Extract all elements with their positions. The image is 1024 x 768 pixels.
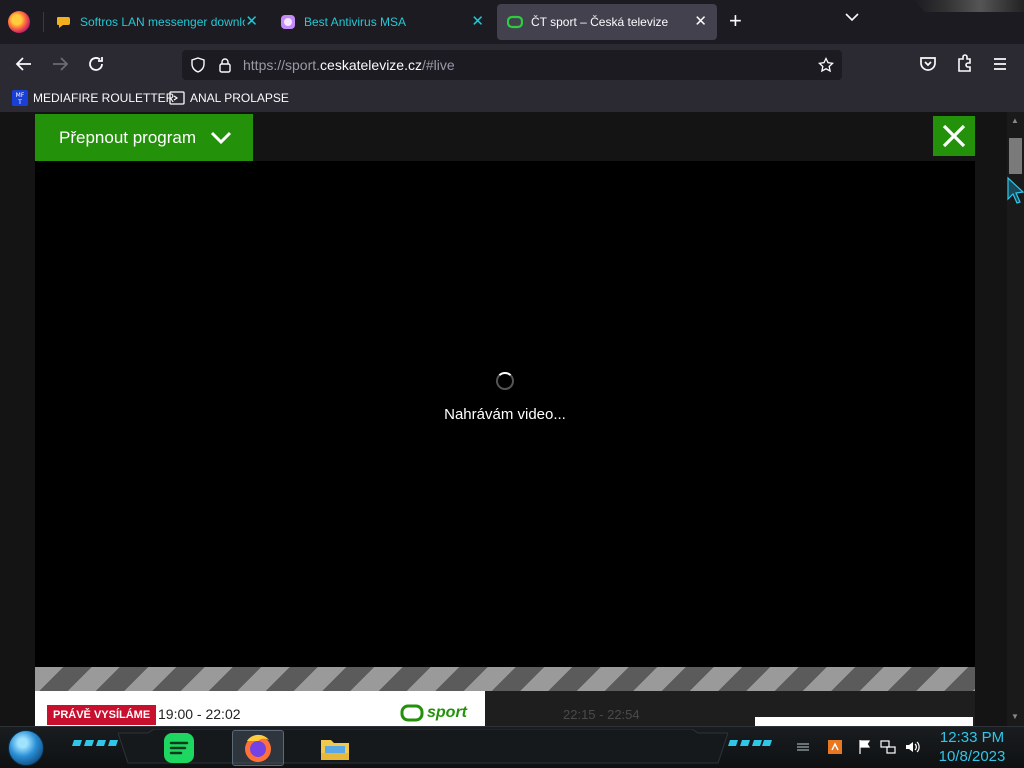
tab-title: Best Antivirus MSA xyxy=(304,15,407,29)
ct-sport-icon xyxy=(507,15,523,29)
url-scheme: https://sport. xyxy=(243,57,321,73)
loading-spinner-icon xyxy=(496,372,514,390)
scroll-down-icon[interactable]: ▼ xyxy=(1011,712,1019,721)
action-center-flag-icon[interactable] xyxy=(857,739,873,755)
switch-program-button[interactable]: Přepnout program xyxy=(35,114,253,161)
close-icon xyxy=(942,124,966,148)
forward-icon[interactable] xyxy=(48,52,72,76)
close-tab-icon[interactable]: ✕ xyxy=(471,14,484,30)
url-text[interactable]: https://sport.ceskatelevize.cz/#live xyxy=(243,57,455,73)
menu-icon[interactable] xyxy=(988,52,1012,76)
mediafire-icon: MF T xyxy=(12,90,28,106)
list-all-tabs-icon[interactable] xyxy=(845,12,859,22)
tab-strip: Softros LAN messenger downlo ✕ Best Anti… xyxy=(0,0,1024,44)
taskbar: 12:33 PM 10/8/2023 xyxy=(0,726,1024,768)
chevron-down-icon xyxy=(210,131,232,144)
navigation-toolbar: https://sport.ceskatelevize.cz/#live xyxy=(0,44,1024,84)
now-playing-time: 19:00 - 22:02 xyxy=(158,706,241,722)
antivirus-icon xyxy=(281,15,295,29)
clock-date: 10/8/2023 xyxy=(938,748,1006,765)
progress-stripe-bar xyxy=(35,667,975,691)
system-clock[interactable]: 12:33 PM 10/8/2023 xyxy=(935,728,1009,766)
tab-ct-sport[interactable]: ČT sport – Česká televize ✕ xyxy=(497,4,717,40)
close-tab-icon[interactable]: ✕ xyxy=(245,14,258,30)
address-bar[interactable]: https://sport.ceskatelevize.cz/#live xyxy=(182,50,842,80)
bookmark-label: MEDIAFIRE ROULETTER xyxy=(33,91,175,105)
start-button[interactable] xyxy=(8,730,44,766)
clock-time: 12:33 PM xyxy=(939,729,1005,746)
tab-title: ČT sport – Česká televize xyxy=(531,15,669,29)
next-program-bar[interactable]: 22:15 - 22:54 xyxy=(485,691,975,726)
file-explorer-icon[interactable] xyxy=(318,731,352,765)
next-program-panel xyxy=(755,717,973,726)
live-badge: PRÁVĚ VYSÍLÁME xyxy=(47,705,157,725)
reload-icon[interactable] xyxy=(84,52,108,76)
channel-name: sport xyxy=(427,704,467,721)
firefox-icon[interactable] xyxy=(241,731,275,765)
volume-icon[interactable] xyxy=(904,739,920,755)
lock-icon[interactable] xyxy=(217,57,233,73)
bookmark-second[interactable]: ANAL PROLAPSE xyxy=(169,90,289,106)
svg-text:MF: MF xyxy=(16,92,25,99)
switch-program-label: Přepnout program xyxy=(59,127,197,147)
ct-logo-icon xyxy=(400,704,424,722)
pocket-icon[interactable] xyxy=(916,52,940,76)
close-tab-icon[interactable]: ✕ xyxy=(694,14,707,30)
show-hidden-icons-icon[interactable] xyxy=(795,739,811,755)
svg-text:T: T xyxy=(17,99,22,106)
loading-text: Nahrávám video... xyxy=(444,406,566,423)
extensions-icon[interactable] xyxy=(952,52,976,76)
scroll-up-icon[interactable]: ▲ xyxy=(1011,116,1019,125)
bookmark-page-icon xyxy=(169,91,185,105)
taskbar-frame-decoration xyxy=(118,729,728,764)
network-icon[interactable] xyxy=(880,739,896,755)
screen: Softros LAN messenger downlo ✕ Best Anti… xyxy=(0,0,1024,768)
tracking-protection-shield-icon[interactable] xyxy=(190,57,206,73)
tab-separator xyxy=(43,12,44,32)
bookmark-mediafire[interactable]: MF T MEDIAFIRE ROULETTER xyxy=(12,90,174,106)
tab-title: Softros LAN messenger downlo xyxy=(80,15,245,29)
bookmark-label: ANAL PROLAPSE xyxy=(190,91,289,105)
back-icon[interactable] xyxy=(12,52,36,76)
spotify-icon[interactable] xyxy=(162,731,196,765)
url-path: /#live xyxy=(421,57,455,73)
bookmark-star-icon[interactable] xyxy=(818,57,834,73)
firefox-view-icon[interactable] xyxy=(8,11,30,33)
url-domain: ceskatelevize.cz xyxy=(320,57,422,73)
softros-icon xyxy=(57,17,70,28)
app-tray-icon[interactable] xyxy=(827,739,843,755)
scroll-thumb[interactable] xyxy=(1009,138,1022,174)
tab-antivirus[interactable]: Best Antivirus MSA ✕ xyxy=(270,4,494,40)
page-content: Přepnout program Nahrávám video... PRÁVĚ… xyxy=(0,112,1024,726)
taskbar-decoration xyxy=(728,740,772,746)
next-program-time: 22:15 - 22:54 xyxy=(563,707,640,722)
video-player[interactable]: Nahrávám video... xyxy=(35,161,975,667)
taskbar-decoration xyxy=(72,740,118,746)
bookmarks-toolbar: MF T MEDIAFIRE ROULETTER ANAL PROLAPSE xyxy=(0,84,1024,112)
close-player-button[interactable] xyxy=(933,116,975,156)
new-tab-button[interactable]: + xyxy=(729,10,742,32)
tab-softros[interactable]: Softros LAN messenger downlo ✕ xyxy=(46,4,268,40)
now-playing-bar[interactable]: PRÁVĚ VYSÍLÁME 19:00 - 22:02 sport xyxy=(35,691,485,726)
ct-sport-logo: sport xyxy=(400,704,467,722)
page-scrollbar[interactable]: ▲ ▼ xyxy=(1007,112,1024,726)
mouse-cursor-icon xyxy=(1007,176,1024,204)
theme-decoration xyxy=(914,0,1024,12)
